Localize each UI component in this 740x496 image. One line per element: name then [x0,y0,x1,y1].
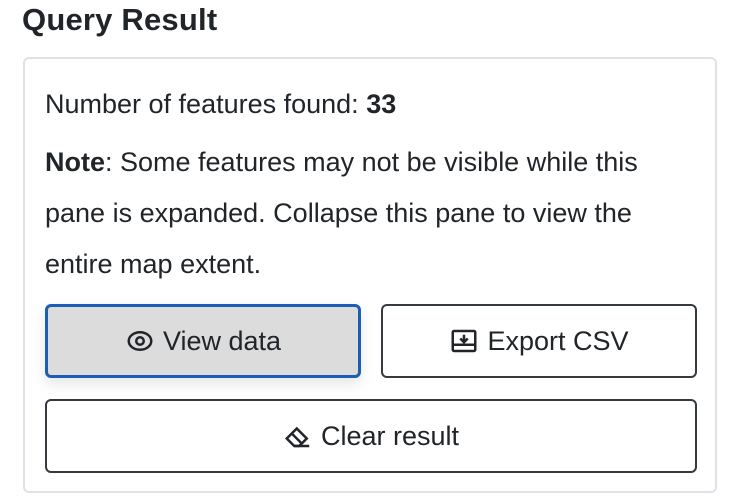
view-data-button[interactable]: View data [45,304,361,378]
feature-count: Number of features found: 33 [45,87,396,121]
clear-result-button[interactable]: Clear result [45,399,697,473]
query-result-panel: Number of features found: 33 Note: Some … [23,57,717,493]
note-text: : Some features may not be visible while… [45,147,638,279]
visibility-note: Note: Some features may not be visible w… [45,137,705,290]
eye-icon [125,326,155,356]
note-label: Note [45,147,105,177]
view-data-label: View data [162,325,282,356]
export-csv-label: Export CSV [487,325,629,356]
clear-result-label: Clear result [320,420,460,451]
export-csv-button[interactable]: Export CSV [381,304,697,378]
feature-count-value: 33 [366,89,397,119]
export-icon [449,326,479,356]
feature-count-label: Number of features found: [45,89,367,119]
eraser-icon [283,421,313,451]
page-title: Query Result [22,2,218,37]
